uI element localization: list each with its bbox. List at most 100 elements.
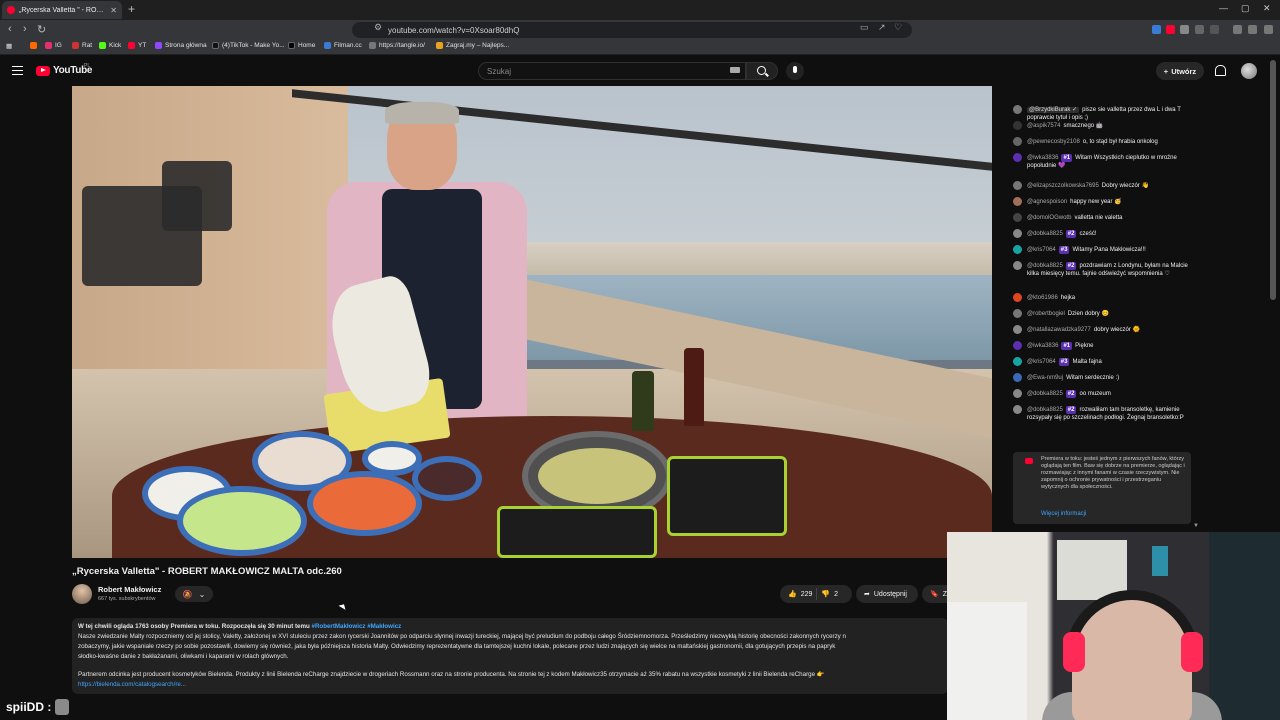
chat-message[interactable]: @robertbogiel Dzien dobry 😊: [1013, 309, 1193, 318]
bookmark-item[interactable]: Strona główna: [155, 42, 207, 49]
chat-message[interactable]: @kris7064 #3 Malta fajna: [1013, 357, 1193, 366]
chat-author[interactable]: @domolOGwotb: [1027, 215, 1071, 221]
chat-author[interactable]: @robertbogiel: [1027, 311, 1065, 317]
puzzle-icon[interactable]: [1195, 25, 1204, 34]
bookmark-item[interactable]: [30, 42, 37, 49]
chat-author[interactable]: @pewnecosby2108: [1027, 139, 1080, 145]
chat-message[interactable]: @pewnecosby2108 o, to stąd był hrabia onk…: [1013, 137, 1193, 146]
share-page-icon[interactable]: ↗: [878, 22, 886, 33]
chat-message[interactable]: @BrzydkiBurak ✓ pisze sie valletta przez …: [1013, 105, 1193, 122]
bookmark-item[interactable]: Home: [288, 42, 315, 49]
bookmark-item[interactable]: Filman.cc: [324, 42, 362, 49]
back-arrow-icon[interactable]: ‹: [8, 23, 12, 35]
chat-message[interactable]: @dobka8825 #2 oo muzeum: [1013, 389, 1193, 398]
apps-grid-icon[interactable]: ▦: [6, 42, 12, 50]
extension-icon[interactable]: [1152, 25, 1161, 34]
close-window-icon[interactable]: ✕: [1263, 3, 1271, 14]
pip-icon[interactable]: ▭: [860, 22, 869, 33]
more-info-link[interactable]: Więcej informacji: [1041, 511, 1086, 518]
chat-avatar[interactable]: [1013, 341, 1022, 350]
chat-message[interactable]: @iwka3836 #1 Piękne: [1013, 341, 1193, 350]
bookmark-item[interactable]: YT: [128, 42, 146, 49]
search-input[interactable]: Szukaj: [478, 62, 746, 80]
record-icon[interactable]: [1166, 25, 1175, 34]
voice-search-button[interactable]: [786, 62, 804, 80]
chat-author[interactable]: @elizapszczolkowska7695: [1027, 183, 1099, 189]
bookmark-item[interactable]: Kick: [99, 42, 121, 49]
chat-message[interactable]: @agnespoison happy new year 🥳: [1013, 197, 1193, 206]
chat-avatar[interactable]: [1013, 181, 1022, 190]
heart-icon[interactable]: ♡: [894, 22, 902, 33]
chat-avatar[interactable]: [1013, 105, 1022, 114]
chat-message[interactable]: @aspik7574 smacznego 🤖: [1013, 121, 1193, 130]
chat-message[interactable]: @dobka8825 #2 cześć!: [1013, 229, 1193, 238]
account-avatar[interactable]: [1241, 63, 1257, 79]
dislike-button[interactable]: 👎 2: [821, 590, 838, 599]
bookmark-item[interactable]: Rat: [72, 42, 92, 49]
chat-avatar[interactable]: [1013, 121, 1022, 130]
chat-message[interactable]: @dobka8825 #2 pozdrawiam z Londynu, byłam …: [1013, 261, 1193, 278]
video-description[interactable]: W tej chwili ogląda 1763 osoby Premiera …: [72, 618, 948, 694]
reload-icon[interactable]: ↻: [37, 23, 46, 36]
menu-icon[interactable]: [1248, 25, 1257, 34]
browser-tab[interactable]: „Rycerska Valletta " - ROBERT ✕: [2, 1, 122, 19]
chat-author[interactable]: @kris7064: [1027, 247, 1056, 253]
more-icon[interactable]: [1264, 25, 1273, 34]
create-button[interactable]: + Utwórz: [1156, 62, 1204, 80]
minimize-icon[interactable]: —: [1219, 3, 1228, 13]
chat-avatar[interactable]: [1013, 293, 1022, 302]
site-info-icon[interactable]: ⚙: [374, 22, 382, 33]
notifications-bell-icon[interactable]: [1214, 64, 1226, 77]
chat-author[interactable]: @aspik7574: [1027, 123, 1060, 129]
like-button[interactable]: 👍 229: [788, 590, 812, 599]
chat-author[interactable]: @dobka8825: [1027, 391, 1063, 397]
bookmark-item[interactable]: (4)TikTok - Make Yo...: [212, 42, 285, 49]
sidebar-icon[interactable]: [1210, 25, 1219, 34]
chat-avatar[interactable]: [1013, 261, 1022, 270]
address-bar[interactable]: youtube.com/watch?v=0Xsoar80dhQ: [352, 22, 912, 38]
chat-author[interactable]: @kto61986: [1027, 295, 1058, 301]
keyboard-icon[interactable]: [730, 67, 740, 73]
chat-author[interactable]: @natallazawadzka9277: [1027, 327, 1091, 333]
new-tab-button[interactable]: +: [128, 2, 135, 16]
chat-scroll-down-icon[interactable]: ▼: [1193, 523, 1199, 529]
share-button[interactable]: ➦ Udostępnij: [856, 585, 918, 603]
chat-avatar[interactable]: [1013, 137, 1022, 146]
video-player[interactable]: [72, 86, 992, 558]
chat-avatar[interactable]: [1013, 405, 1022, 414]
description-link[interactable]: https://bielenda.com/catalogsearch/re...: [78, 680, 942, 690]
maximize-icon[interactable]: ▢: [1241, 3, 1250, 14]
chat-avatar[interactable]: [1013, 213, 1022, 222]
chat-message[interactable]: @domolOGwotb valletta nie valetta: [1013, 213, 1193, 222]
chat-author[interactable]: @dobka8825: [1027, 263, 1063, 269]
chat-author[interactable]: @iwka3836: [1027, 155, 1058, 161]
subscription-notify-button[interactable]: 🔕 ⌄: [175, 586, 213, 602]
channel-avatar[interactable]: [72, 584, 92, 604]
chat-message[interactable]: @natallazawadzka9277 dobry wieczór 🌞: [1013, 325, 1193, 334]
music-icon[interactable]: [1233, 25, 1242, 34]
chat-author[interactable]: @kris7064: [1027, 359, 1056, 365]
description-hashtags[interactable]: #RobertMakłowicz #Makłowicz: [312, 623, 402, 630]
chat-avatar[interactable]: [1013, 309, 1022, 318]
forward-arrow-icon[interactable]: ›: [23, 23, 27, 35]
chat-message[interactable]: @Ewa-nm9uj Witam serdecznie :): [1013, 373, 1193, 382]
search-button[interactable]: [746, 62, 778, 80]
chat-avatar[interactable]: [1013, 357, 1022, 366]
bookmark-item[interactable]: IG: [45, 42, 62, 49]
chat-author[interactable]: @iwka3836: [1027, 343, 1058, 349]
chat-author[interactable]: @dobka8825: [1027, 407, 1063, 413]
bookmark-item[interactable]: https://tangle.io/: [369, 42, 425, 49]
chat-message[interactable]: @kto61986 hejka: [1013, 293, 1193, 302]
chat-author[interactable]: @agnespoison: [1027, 199, 1067, 205]
chat-avatar[interactable]: [1013, 153, 1022, 162]
chat-author[interactable]: @dobka8825: [1027, 231, 1063, 237]
chat-message[interactable]: @kris7064 #3 Witamy Pana Makłowicza!!!: [1013, 245, 1193, 254]
chat-avatar[interactable]: [1013, 229, 1022, 238]
channel-name[interactable]: Robert Makłowicz: [98, 585, 161, 594]
chat-author[interactable]: @BrzydkiBurak ✓: [1027, 107, 1080, 113]
bookmark-item[interactable]: Zagraj.my – Najleps...: [436, 42, 509, 49]
chat-avatar[interactable]: [1013, 325, 1022, 334]
close-tab-icon[interactable]: ✕: [110, 6, 117, 15]
chat-author[interactable]: @Ewa-nm9uj: [1027, 375, 1063, 381]
chat-message[interactable]: @dobka8825 #2 rozwaliłam tam bransoletkę, …: [1013, 405, 1193, 422]
